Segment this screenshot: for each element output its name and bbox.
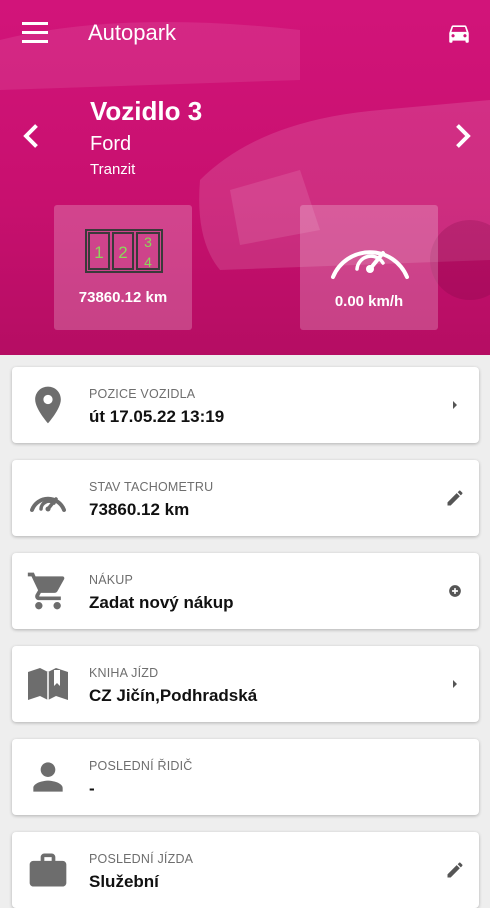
card-value: -	[89, 779, 95, 798]
add-circle-icon[interactable]	[445, 581, 465, 601]
vehicle-model: Tranzit	[90, 161, 136, 178]
odometer-digit: 1	[94, 243, 103, 262]
card-value: út 17.05.22 13:19	[89, 407, 225, 426]
card-label: KNIHA JÍZD	[89, 666, 159, 680]
speed-tile: 0.00 km/h	[300, 205, 438, 330]
speed-value: 0.00 km/h	[334, 293, 404, 310]
person-icon	[33, 762, 63, 792]
shopping-cart-icon	[27, 572, 65, 610]
vehicle-header: Autopark Vozidlo 3 Ford Tranzit 1 2 3 4 …	[0, 0, 490, 355]
odometer-digit: 3	[144, 234, 152, 250]
speedometer-icon	[30, 496, 66, 512]
chevron-right-icon[interactable]	[445, 674, 465, 694]
odometer-icon: 1 2 3 4	[85, 229, 163, 273]
chevron-right-icon[interactable]	[444, 118, 480, 154]
edit-icon[interactable]	[445, 488, 465, 508]
location-pin-icon	[35, 386, 61, 424]
briefcase-icon	[29, 853, 67, 887]
card-value: Služební	[89, 872, 159, 891]
card-label: POZICE VOZIDLA	[89, 387, 196, 401]
vehicle-position-card[interactable]: POZICE VOZIDLA út 17.05.22 13:19	[12, 367, 479, 443]
card-label: POSLEDNÍ JÍZDA	[89, 852, 194, 866]
purchase-card[interactable]: NÁKUP Zadat nový nákup	[12, 553, 479, 629]
edit-icon[interactable]	[445, 860, 465, 880]
card-label: STAV TACHOMETRU	[89, 480, 214, 494]
menu-icon[interactable]	[22, 22, 48, 44]
odometer-state-card[interactable]: STAV TACHOMETRU 73860.12 km	[12, 460, 479, 536]
app-title: Autopark	[88, 20, 177, 45]
odometer-value: 73860.12 km	[78, 289, 168, 306]
car-icon[interactable]	[446, 20, 472, 46]
vehicle-make: Ford	[90, 133, 132, 155]
chevron-left-icon[interactable]	[14, 118, 50, 154]
app-bar: Autopark	[0, 0, 490, 68]
vehicle-name: Vozidlo 3	[90, 96, 203, 126]
last-driver-card[interactable]: POSLEDNÍ ŘIDIČ -	[12, 739, 479, 815]
last-trip-card[interactable]: POSLEDNÍ JÍZDA Služební	[12, 832, 479, 908]
chevron-right-icon[interactable]	[445, 395, 465, 415]
card-value: CZ Jičín,Podhradská	[89, 686, 258, 705]
speedometer-icon	[331, 250, 409, 279]
card-value: Zadat nový nákup	[89, 593, 234, 612]
odometer-digit: 2	[118, 243, 127, 262]
odometer-tile: 1 2 3 4 73860.12 km	[54, 205, 192, 330]
book-icon	[28, 668, 68, 700]
card-label: NÁKUP	[89, 573, 134, 587]
card-label: POSLEDNÍ ŘIDIČ	[89, 759, 193, 773]
odometer-digit: 4	[144, 254, 152, 270]
card-value: 73860.12 km	[89, 500, 190, 519]
logbook-card[interactable]: KNIHA JÍZD CZ Jičín,Podhradská	[12, 646, 479, 722]
